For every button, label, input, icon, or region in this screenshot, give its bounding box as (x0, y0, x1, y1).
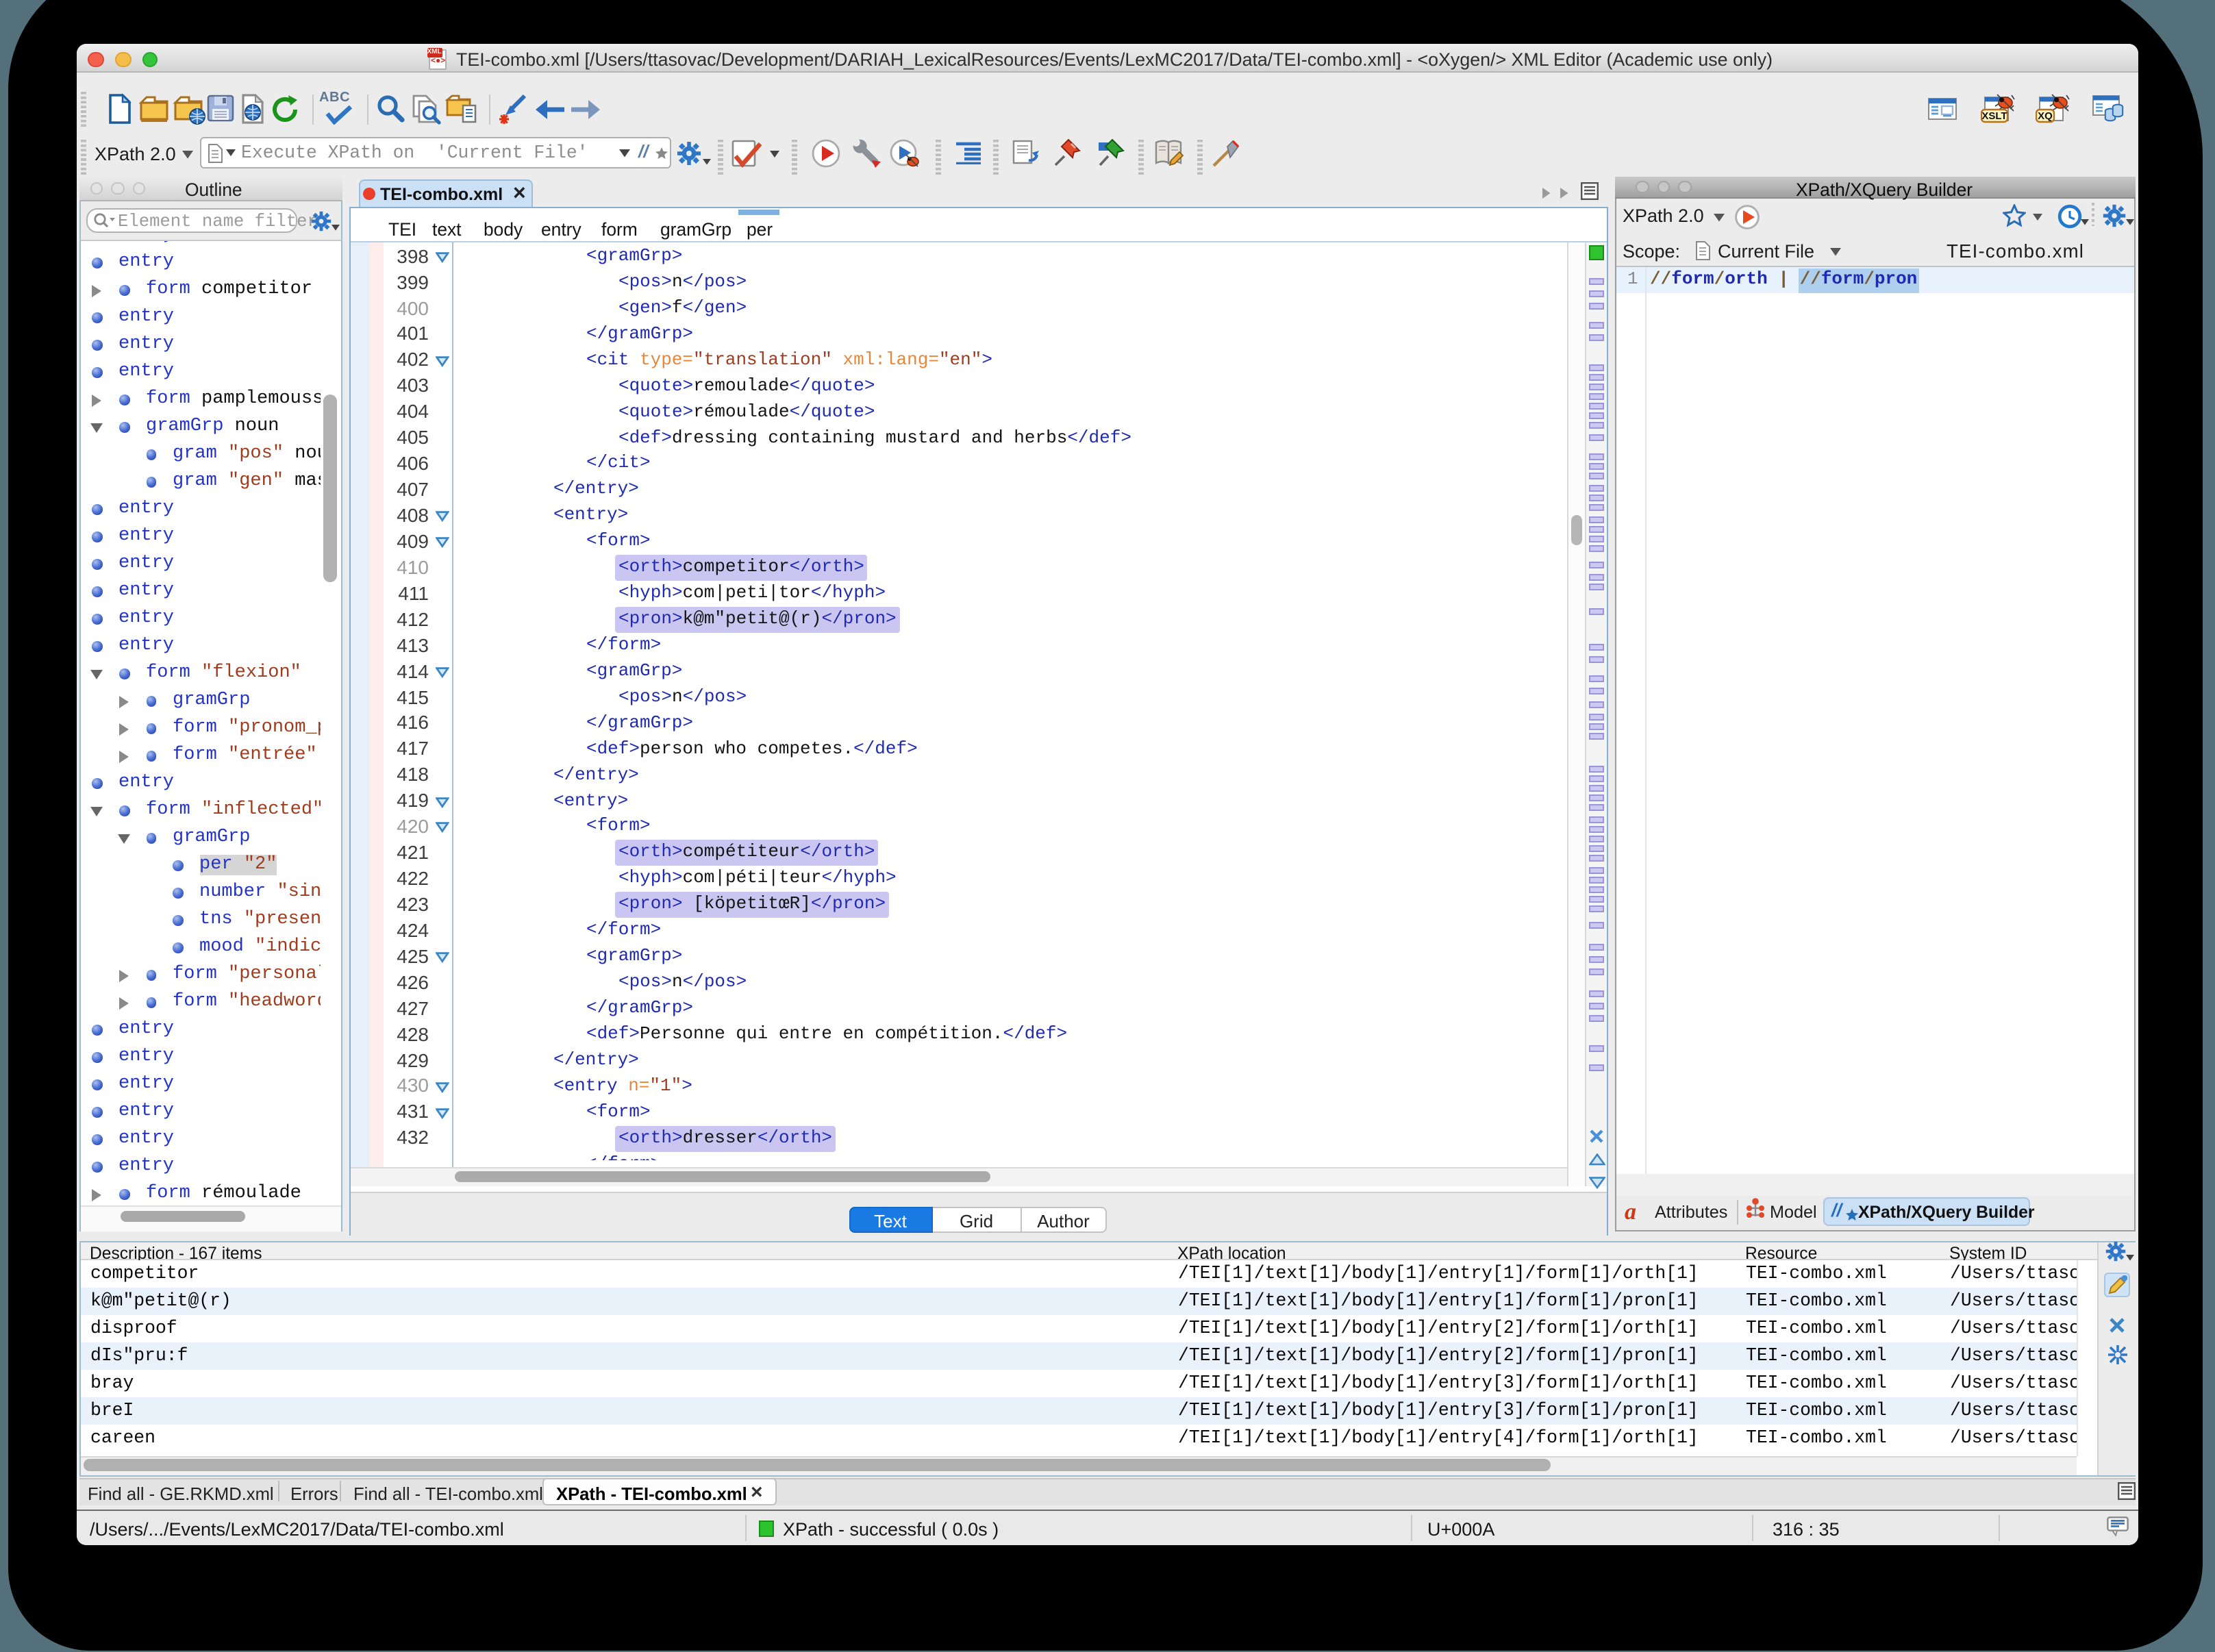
svg-text:XSLT: XSLT (1981, 110, 2007, 121)
svg-text:XQ: XQ (2038, 110, 2053, 121)
